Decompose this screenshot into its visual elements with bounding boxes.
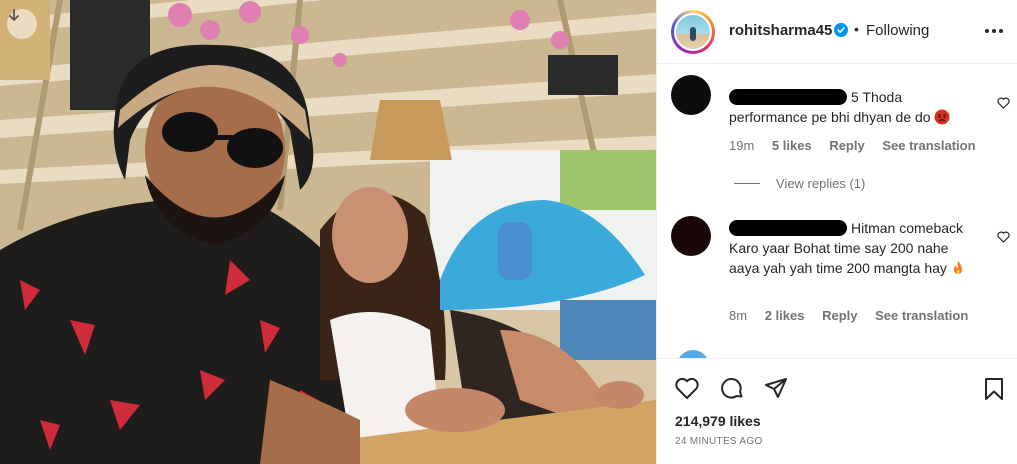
fire-emoji-icon <box>953 261 962 274</box>
following-button[interactable]: Following <box>866 22 929 39</box>
commenter-name-redacted[interactable] <box>729 220 847 236</box>
commenter-avatar[interactable] <box>671 75 711 115</box>
avatar-image <box>674 13 712 51</box>
comment-likes[interactable]: 5 likes <box>772 138 812 153</box>
view-replies-button[interactable]: View replies (1) <box>734 176 865 191</box>
verified-badge-icon <box>834 23 848 37</box>
more-options-icon[interactable] <box>984 22 1004 40</box>
profile-avatar[interactable] <box>671 10 715 54</box>
see-translation-button[interactable]: See translation <box>882 138 975 153</box>
like-comment-heart-icon[interactable] <box>997 97 1010 109</box>
post-timestamp[interactable]: 24 MINUTES AGO <box>675 436 763 447</box>
comment-bubble-icon[interactable] <box>719 376 745 402</box>
commenter-avatar[interactable] <box>671 216 711 256</box>
username-link[interactable]: rohitsharma45 <box>729 22 832 39</box>
share-send-icon[interactable] <box>763 376 789 402</box>
comment-text: Hitman comeback Karo yaar Bohat time say… <box>729 218 981 278</box>
angry-face-emoji-icon <box>934 109 950 125</box>
photo-arrow-button[interactable] <box>7 9 37 39</box>
header-separator: • <box>854 21 859 37</box>
see-translation-button[interactable]: See translation <box>875 308 968 323</box>
comment-age: 19m <box>729 138 755 153</box>
post-header: rohitsharma45 • Following <box>657 0 1017 64</box>
replies-line <box>734 183 760 184</box>
comment-meta: 8m 2 likes Reply See translation <box>729 308 982 323</box>
commenter-avatar-partial[interactable] <box>677 350 709 358</box>
like-comment-heart-icon[interactable] <box>997 231 1010 243</box>
reply-button[interactable]: Reply <box>822 308 857 323</box>
arrow-down-icon <box>9 9 19 21</box>
comment-age: 8m <box>729 308 748 323</box>
commenter-name-redacted[interactable] <box>729 89 847 105</box>
comment-meta: 19m 5 likes Reply See translation <box>729 138 990 153</box>
post-actions: 214,979 likes 24 MINUTES AGO <box>657 358 1017 464</box>
view-replies-label: View replies (1) <box>776 176 866 191</box>
comments-list[interactable]: 5 Thoda performance pe bhi dhyan de do 1… <box>657 65 1017 358</box>
reply-button[interactable]: Reply <box>829 138 864 153</box>
comment-likes[interactable]: 2 likes <box>765 308 805 323</box>
likes-count[interactable]: 214,979 likes <box>675 413 761 429</box>
post-photo-illustration <box>0 0 656 464</box>
comment-text: 5 Thoda performance pe bhi dhyan de do <box>729 87 981 127</box>
post-side-panel: rohitsharma45 • Following 5 Thoda perfor… <box>656 0 1017 464</box>
post-photo[interactable] <box>0 0 656 464</box>
like-heart-icon[interactable] <box>674 376 700 402</box>
save-bookmark-icon[interactable] <box>981 376 1007 402</box>
